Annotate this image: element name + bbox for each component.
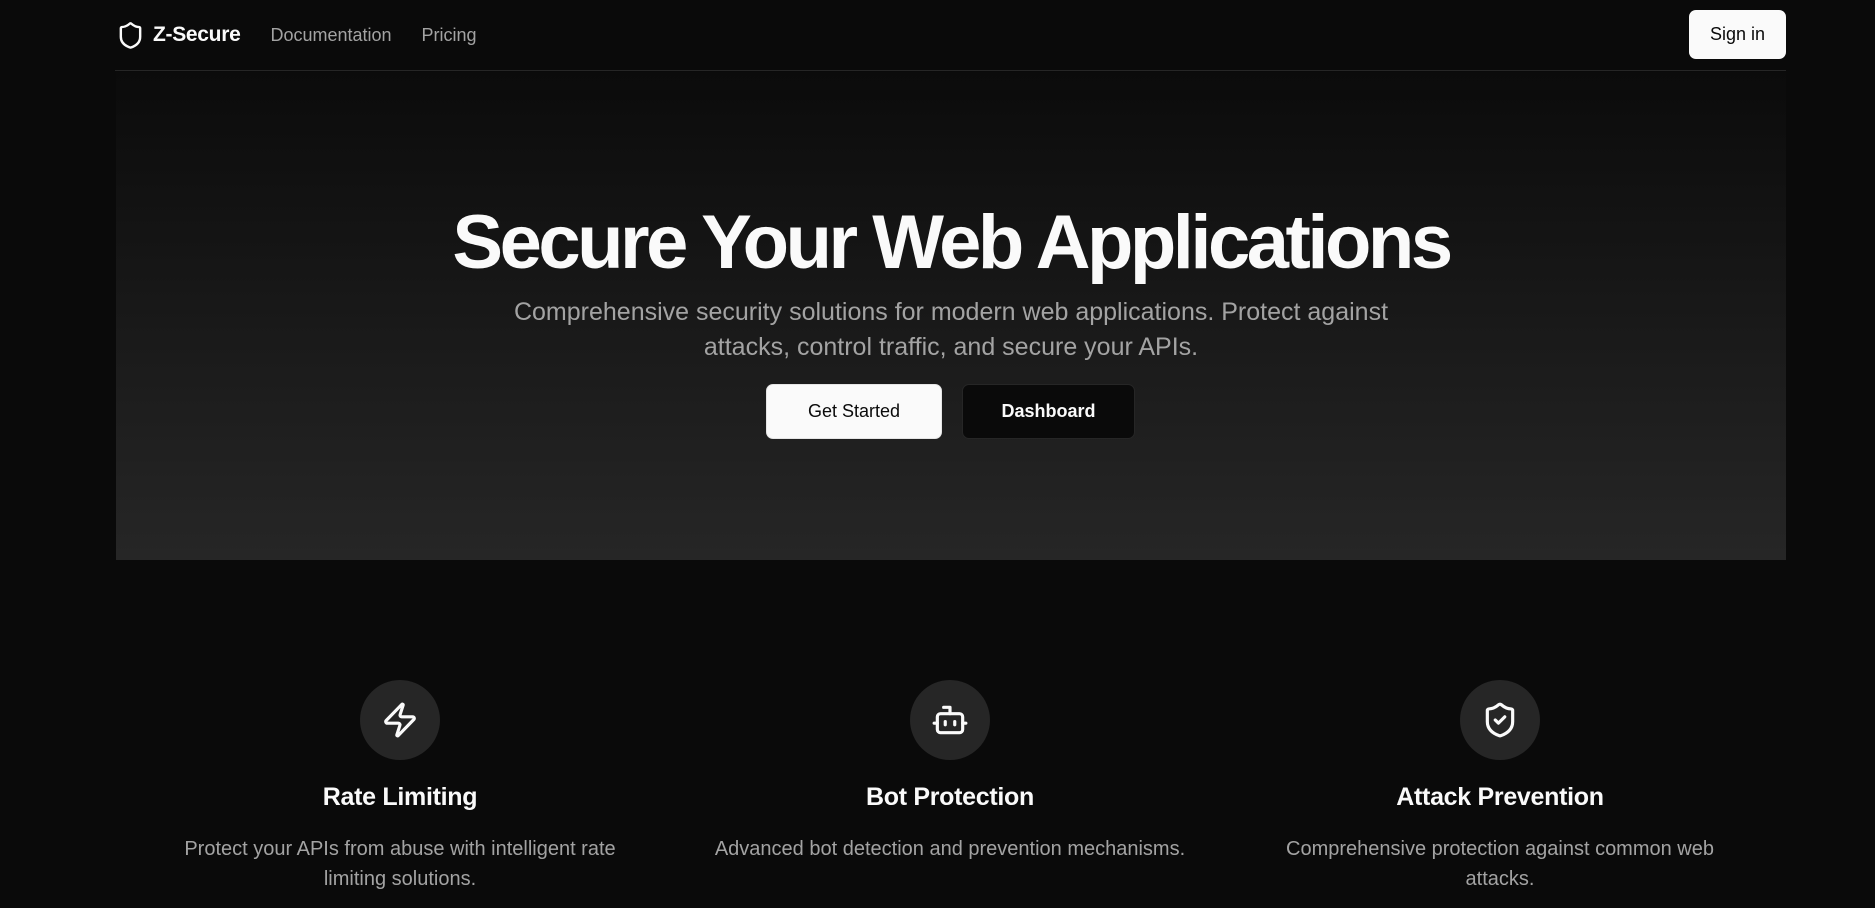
feature-description: Advanced bot detection and prevention me… [714,838,1186,860]
hero-section: Secure Your Web Applications Comprehensi… [116,72,1786,560]
site-header: Z-Secure Documentation Pricing Sign in [115,0,1786,71]
nav-link-pricing[interactable]: Pricing [422,25,477,46]
brand-name: Z-Secure [153,23,241,46]
landing-page: Z-Secure Documentation Pricing Sign in S… [0,0,1875,908]
dashboard-button[interactable]: Dashboard [962,384,1135,439]
brand-link[interactable]: Z-Secure [116,21,241,50]
main-nav: Documentation Pricing [270,25,506,46]
features-section: Rate Limiting Protect your APIs from abu… [125,680,1775,894]
feature-description: Protect your APIs from abuse with intell… [184,838,616,890]
shield-icon [116,21,145,50]
feature-title: Rate Limiting [322,783,478,811]
sign-in-button[interactable]: Sign in [1689,10,1786,59]
hero-title: Secure Your Web Applications [452,200,1453,285]
feature-attack-prevention: Attack Prevention Comprehensive protecti… [1225,680,1775,894]
feature-description: Comprehensive protection against common … [1286,838,1714,890]
shield-check-icon [1460,680,1540,760]
hero-actions: Get Started Dashboard [766,384,1135,439]
hero-subtitle: Comprehensive security solutions for mod… [513,298,1389,361]
feature-rate-limiting: Rate Limiting Protect your APIs from abu… [125,680,675,894]
feature-title: Attack Prevention [1396,783,1604,811]
feature-bot-protection: Bot Protection Advanced bot detection an… [675,680,1225,894]
lightning-icon [360,680,440,760]
nav-link-documentation[interactable]: Documentation [270,25,391,46]
get-started-button[interactable]: Get Started [766,384,942,439]
bot-icon [910,680,990,760]
feature-title: Bot Protection [865,783,1035,811]
